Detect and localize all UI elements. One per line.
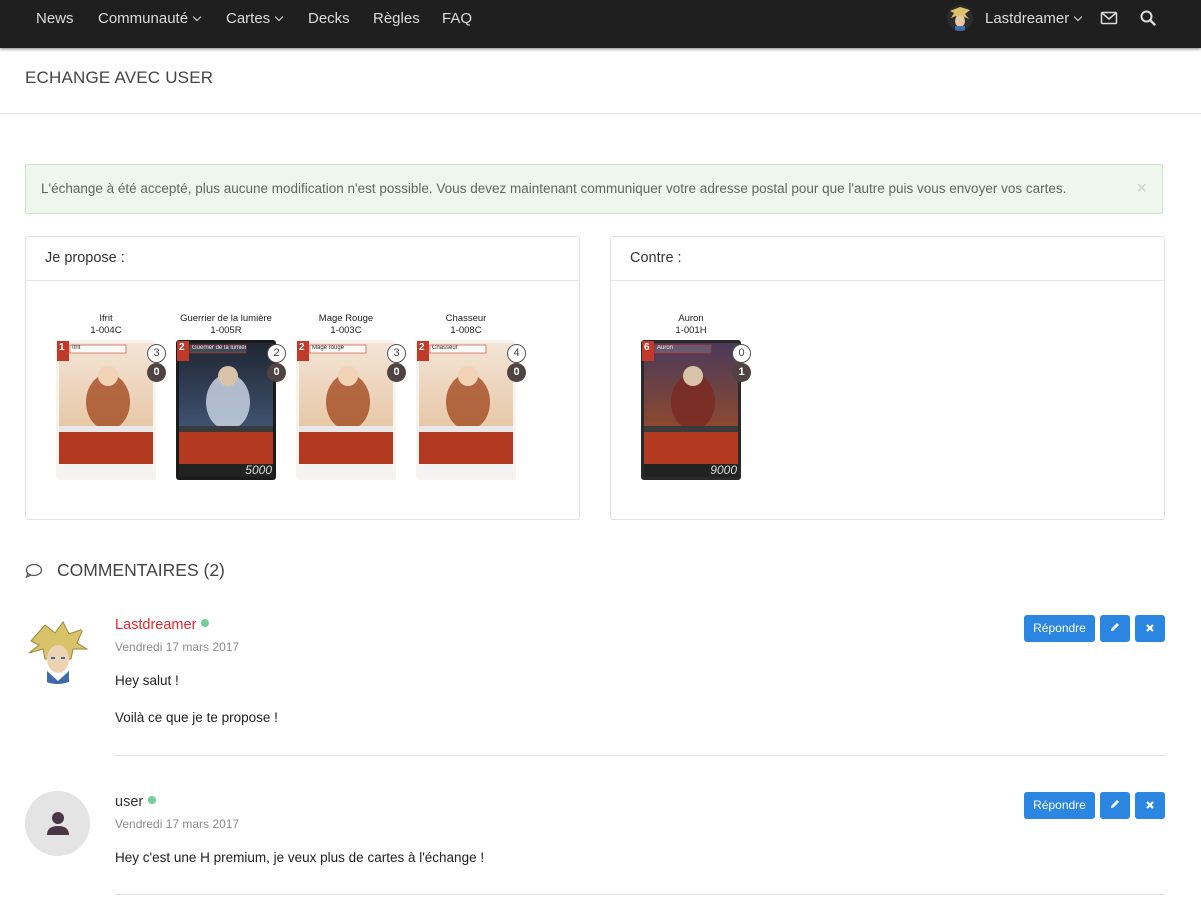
card-name[interactable]: Ifrit [36,313,176,324]
owned-count-badge: 4 [507,344,526,363]
owned-count-badge: 2 [267,344,286,363]
pencil-icon [1111,800,1119,808]
card-title: Guerrier de la lumière [192,345,246,351]
page-title: ECHANGE AVEC USER [25,68,214,87]
comment-item: Lastdreamer Vendredi 17 mars 2017 Hey sa… [25,615,1165,757]
user-menu[interactable]: Lastdreamer [985,10,1083,27]
comment-text: Hey c'est une H premium, je veux plus de… [115,850,485,865]
nav-faq[interactable]: FAQ [442,10,472,27]
trade-count-badge: 0 [387,363,406,382]
propose-panel: Je propose : Ifrit 1-004C 1 Ifrit 3 0 Gu… [25,236,580,520]
chevron-down-icon [1073,12,1083,22]
comment-divider [115,755,1165,756]
owned-count-badge: 3 [387,344,406,363]
delete-button[interactable] [1135,792,1165,819]
comment-date: Vendredi 17 mars 2017 [115,817,240,831]
comment-author[interactable]: user [115,794,157,810]
card-name[interactable]: Auron [621,313,761,324]
card-code: 1-001H [675,325,707,336]
trade-count-badge: 0 [507,363,526,382]
card-image[interactable]: 2 Guerrier de la lumière 5000 [176,340,276,480]
card-power: 9000 [710,463,737,477]
card-cost: 2 [179,342,185,353]
trade-count-badge: 0 [147,363,166,382]
comments-title: COMMENTAIRES (2) [57,560,225,580]
reply-button[interactable]: Répondre [1024,615,1095,642]
panel-header: Contre : [611,237,1164,281]
card-title: Mage rouge [312,345,345,351]
online-status-icon [201,619,210,627]
nav-cartes[interactable]: Cartes [226,10,284,27]
nav-regles-label: Règles [373,10,420,27]
card-code: 1-008C [450,325,482,336]
username-label: Lastdreamer [985,10,1070,27]
contre-title: Contre : [630,250,682,266]
comment-item: user Vendredi 17 mars 2017 Hey c'est une… [25,791,1165,899]
owned-count-badge: 3 [147,344,166,363]
nav-news-label: News [36,10,74,27]
nav-cartes-label: Cartes [226,10,271,27]
card-power: 5000 [245,463,272,477]
search-icon[interactable] [1139,9,1157,27]
card-image[interactable]: 2 Chasseur [416,340,516,480]
card-title: Ifrit [72,345,81,351]
propose-title: Je propose : [45,250,125,266]
nav-decks[interactable]: Decks [308,10,350,27]
card-cost: 1 [59,342,65,353]
online-status-icon [148,796,157,804]
chevron-down-icon [192,12,202,22]
close-icon [1146,801,1154,809]
reply-button[interactable]: Répondre [1024,792,1095,819]
nav-news[interactable]: News [36,10,74,27]
card-code: 1-005R [210,325,242,336]
avatar[interactable] [25,791,90,856]
author-name[interactable]: user [115,794,143,810]
header-divider [0,113,1201,114]
nav-regles[interactable]: Règles [373,10,420,27]
chevron-down-icon [274,12,284,22]
card-title: Chasseur [432,345,458,351]
card-image[interactable]: 2 Mage rouge [296,340,396,480]
delete-button[interactable] [1135,615,1165,642]
edit-button[interactable] [1100,792,1130,819]
trade-count-badge: 1 [732,363,751,382]
card-cost: 2 [299,342,305,353]
card-cost: 2 [419,342,425,353]
card-name[interactable]: Chasseur [396,313,536,324]
comment-divider [115,894,1165,895]
nav-decks-label: Decks [308,10,350,27]
close-icon [1146,624,1154,632]
envelope-icon[interactable] [1100,9,1118,27]
panel-header: Je propose : [26,237,579,281]
card-name[interactable]: Mage Rouge [276,313,416,324]
pencil-icon [1111,623,1119,631]
avatar[interactable] [25,619,90,684]
card-name[interactable]: Guerrier de la lumière [156,313,296,324]
card-title: Auron [657,345,674,351]
nav-faq-label: FAQ [442,10,473,27]
owned-count-badge: 0 [732,344,751,363]
comment-text: Voilà ce que je te propose ! [115,710,278,725]
trade-count-badge: 0 [267,363,286,382]
card-cost: 6 [644,342,650,353]
card-image[interactable]: 1 Ifrit [56,340,156,480]
success-alert: L'échange à été accepté, plus aucune mod… [25,164,1163,214]
top-navbar: News Communauté Cartes Decks Règles FAQ … [0,0,1201,48]
speech-bubble-icon [25,563,43,579]
card-image[interactable]: 6 Auron 9000 [641,340,741,480]
author-name[interactable]: Lastdreamer [115,617,196,633]
contre-panel: Contre : Auron 1-001H 6 Auron 9000 0 1 [610,236,1165,520]
nav-communaute-label: Communauté [98,10,189,27]
card-code: 1-004C [90,325,122,336]
comment-author[interactable]: Lastdreamer [115,617,210,633]
user-avatar[interactable] [947,5,973,31]
close-icon[interactable]: × [1136,178,1147,199]
edit-button[interactable] [1100,615,1130,642]
comment-date: Vendredi 17 mars 2017 [115,640,240,654]
nav-communaute[interactable]: Communauté [98,10,202,27]
alert-message: L'échange à été accepté, plus aucune mod… [41,181,1067,196]
card-code: 1-003C [330,325,362,336]
comment-text: Hey salut ! [115,673,179,688]
